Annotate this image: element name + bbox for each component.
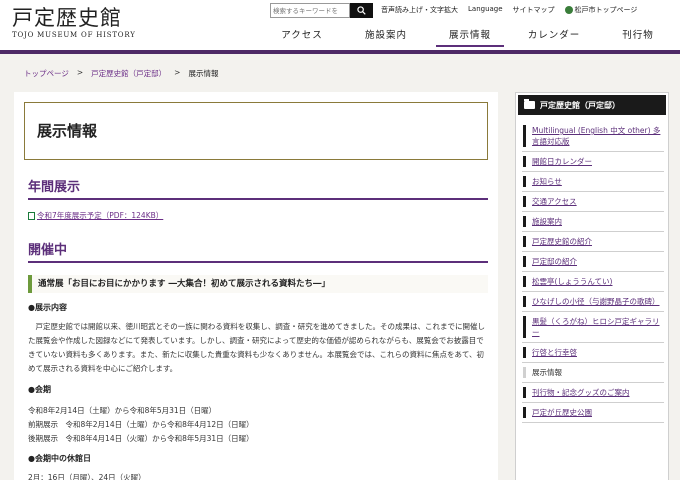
breadcrumb-separator: > bbox=[174, 68, 181, 77]
nav-calendar[interactable]: カレンダー bbox=[512, 28, 596, 48]
sidebar-item-exhibition: 展示情報 bbox=[522, 363, 664, 383]
logo-japanese: 戸定歴史館 bbox=[12, 6, 122, 30]
sidebar-item-gallery[interactable]: 黒髪（くろがね）ヒロシ戸定ギャラリー bbox=[522, 312, 664, 343]
nav-facility[interactable]: 施設案内 bbox=[344, 28, 428, 48]
page-title-box: 展示情報 bbox=[24, 102, 488, 160]
content-heading: ●展示内容 bbox=[28, 303, 67, 312]
logo-english: TOJO MUSEUM OF HISTORY bbox=[12, 31, 136, 39]
search-form bbox=[270, 3, 373, 18]
period-line: 前期展示 令和8年2月14日（土曜）から令和8年4月12日（日曜） bbox=[28, 420, 254, 429]
pdf-link-label: 令和7年度展示予定（PDF：124KB） bbox=[37, 211, 164, 220]
pdf-link[interactable]: 令和7年度展示予定（PDF：124KB） bbox=[28, 210, 163, 221]
exhibit-title: 通常展「お目にお目にかかります ―大集合！初めて展示される資料たち―」 bbox=[28, 275, 488, 293]
nav-access[interactable]: アクセス bbox=[260, 28, 344, 48]
sidebar-item-calendar[interactable]: 開館日カレンダー bbox=[522, 152, 664, 172]
closed-days-text: 2月：16日（月曜）、24日（火曜） bbox=[28, 473, 146, 480]
breadcrumb-parent[interactable]: 戸定歴史館（戸定邸） bbox=[91, 68, 166, 79]
search-icon bbox=[357, 6, 366, 15]
page-title: 展示情報 bbox=[37, 122, 98, 140]
sidebar-item-facility[interactable]: 施設案内 bbox=[522, 212, 664, 232]
period-line: 令和8年2月14日（土曜）から令和8年5月31日（日曜） bbox=[28, 406, 217, 415]
search-button[interactable] bbox=[350, 3, 373, 18]
nav-publications[interactable]: 刊行物 bbox=[596, 28, 680, 48]
period-line: 後期展示 令和8年4月14日（火曜）から令和8年5月31日（日曜） bbox=[28, 434, 254, 443]
breadcrumb: トップページ > 戸定歴史館（戸定邸） > 展示情報 bbox=[24, 68, 218, 79]
utility-links: 音声読み上げ・文字拡大 Language サイトマップ 松戸市トップページ bbox=[381, 5, 637, 15]
sidebar: 戸定歴史館（戸定邸） Multilingual (English 中文 othe… bbox=[515, 92, 669, 480]
sidebar-item-hinageshi[interactable]: ひなげしの小径（与謝野晶子の歌碑） bbox=[522, 292, 664, 312]
header-divider bbox=[0, 50, 680, 54]
annual-exhibition-heading: 年間展示 bbox=[28, 176, 488, 200]
breadcrumb-home[interactable]: トップページ bbox=[24, 68, 69, 79]
sidebar-item-publications[interactable]: 刊行物・記念グッズのご案内 bbox=[522, 383, 664, 403]
sidebar-item-gyokei[interactable]: 行啓と行幸啓 bbox=[522, 343, 664, 363]
global-nav: アクセス 施設案内 展示情報 カレンダー 刊行物 bbox=[260, 28, 680, 48]
breadcrumb-current: 展示情報 bbox=[188, 69, 219, 78]
nav-exhibition[interactable]: 展示情報 bbox=[428, 28, 512, 48]
closed-days-heading: ●会期中の休館日 bbox=[28, 454, 91, 463]
search-input[interactable] bbox=[270, 3, 350, 18]
sidebar-item-tojo-residence[interactable]: 戸定邸の紹介 bbox=[522, 252, 664, 272]
util-language-link[interactable]: Language bbox=[468, 5, 503, 15]
period-heading: ●会期 bbox=[28, 385, 51, 394]
city-top-label: 松戸市トップページ bbox=[574, 6, 638, 14]
sidebar-heading: 戸定歴史館（戸定邸） bbox=[518, 95, 666, 115]
site-header: 戸定歴史館 TOJO MUSEUM OF HISTORY 音声読み上げ・文字拡大… bbox=[0, 0, 680, 50]
breadcrumb-separator: > bbox=[76, 68, 84, 77]
util-sitemap-link[interactable]: サイトマップ bbox=[513, 5, 555, 15]
sidebar-heading-label: 戸定歴史館（戸定邸） bbox=[540, 100, 620, 110]
pdf-icon bbox=[28, 211, 35, 220]
site-logo[interactable]: 戸定歴史館 TOJO MUSEUM OF HISTORY bbox=[12, 6, 136, 39]
content-paragraph: 戸定歴史館では開館以来、徳川昭武とその一族に関わる資料を収集し、調査・研究を進め… bbox=[28, 322, 486, 373]
sidebar-list: Multilingual (English 中文 other) 多言語対応版 開… bbox=[522, 121, 664, 423]
sidebar-item-park[interactable]: 戸定が丘歴史公園 bbox=[522, 403, 664, 423]
main-content: 展示情報 年間展示 令和7年度展示予定（PDF：124KB） 開催中 通常展「お… bbox=[14, 92, 498, 480]
city-emblem-icon bbox=[564, 6, 573, 14]
sidebar-item-multilingual[interactable]: Multilingual (English 中文 other) 多言語対応版 bbox=[522, 121, 664, 152]
now-showing-heading: 開催中 bbox=[28, 239, 488, 263]
sidebar-item-museum-intro[interactable]: 戸定歴史館の紹介 bbox=[522, 232, 664, 252]
util-accessibility-link[interactable]: 音声読み上げ・文字拡大 bbox=[381, 5, 458, 15]
sidebar-item-access[interactable]: 交通アクセス bbox=[522, 192, 664, 212]
folder-icon bbox=[524, 99, 535, 109]
sidebar-item-news[interactable]: お知らせ bbox=[522, 172, 664, 192]
sidebar-item-shouuntei[interactable]: 松雲亭(しょううんてい) bbox=[522, 272, 664, 292]
city-top-link[interactable]: 松戸市トップページ bbox=[564, 5, 638, 15]
